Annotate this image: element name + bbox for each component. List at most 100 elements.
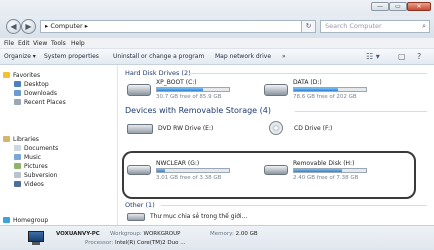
menu-tools[interactable]: Tools <box>51 39 66 48</box>
system-properties-button[interactable]: System properties <box>44 52 99 62</box>
explorer-window: — ▭ ✕ ◀ ▶ ▸ Computer ▸ ↻ Search Computer… <box>0 0 434 250</box>
documents-icon <box>14 145 21 151</box>
uninstall-program-button[interactable]: Uninstall or change a program <box>113 52 204 62</box>
nav-item-pictures[interactable]: Pictures <box>14 162 132 171</box>
nav-item-label: Subversion <box>24 172 58 179</box>
computer-icon <box>26 231 48 246</box>
nav-item-desktop[interactable]: Desktop <box>14 80 132 89</box>
hard-drive-icon[interactable] <box>264 84 288 96</box>
map-network-drive-button[interactable]: Map network drive <box>215 52 271 62</box>
address-bar-area: ◀ ▶ ▸ Computer ▸ ↻ Search Computer ⌕ <box>0 16 434 38</box>
nav-item-subversion[interactable]: Subversion <box>14 171 132 180</box>
group-divider <box>295 111 427 112</box>
preview-pane-icon[interactable]: ▢ <box>398 51 406 62</box>
command-bar: Organize ▾ System properties Uninstall o… <box>0 49 434 65</box>
nav-item-videos[interactable]: Videos <box>14 180 132 189</box>
menu-bar: File Edit View Tools Help <box>0 38 434 49</box>
nav-item-label: Pictures <box>24 163 48 170</box>
refresh-icon[interactable]: ↻ <box>302 20 316 33</box>
content-pane: Hard Disk Drives (2) XP_BOOT (C:) 30.7 G… <box>119 65 434 225</box>
nav-homegroup[interactable]: Homegroup <box>3 216 121 225</box>
group-divider <box>161 205 427 206</box>
group-divider <box>189 73 427 74</box>
view-options-icon[interactable]: ☷ ▾ <box>366 51 380 62</box>
processor-label: Processor: <box>85 240 114 246</box>
music-icon <box>14 154 21 160</box>
forward-button[interactable]: ▶ <box>21 19 36 34</box>
drive-e-name[interactable]: DVD RW Drive (E:) <box>158 125 213 132</box>
drive-d-free-space: 78.6 GB free of 202 GB <box>293 94 357 100</box>
minimize-button[interactable]: — <box>371 2 389 11</box>
other-item-name[interactable]: Thư mục chia sẻ trong thế giới... <box>150 213 247 220</box>
drive-d-usage-bar <box>293 87 367 92</box>
computer-screen-shape <box>28 231 44 242</box>
address-input[interactable]: ▸ Computer ▸ <box>40 20 302 33</box>
nav-item-label: Documents <box>24 145 59 152</box>
back-button[interactable]: ◀ <box>6 19 21 34</box>
memory-label: Memory: <box>210 231 234 237</box>
drive-d-usage-fill <box>294 88 338 91</box>
details-pane: VOXUANVY-PC Workgroup: WORKGROUP Memory:… <box>0 225 434 250</box>
search-input[interactable]: Search Computer ⌕ <box>320 20 430 33</box>
drive-c-free-space: 30.7 GB free of 85.9 GB <box>156 94 222 100</box>
organize-button[interactable]: Organize ▾ <box>4 52 36 62</box>
nav-item-downloads[interactable]: Downloads <box>14 89 132 98</box>
memory-value: 2.00 GB <box>235 231 258 237</box>
nav-item-label: Recent Places <box>24 99 66 106</box>
removable-group-header[interactable]: Devices with Removable Storage (4) <box>125 106 271 115</box>
title-bar: — ▭ ✕ <box>0 0 434 16</box>
navigation-pane: Favorites Desktop Downloads Recent Place… <box>0 65 118 225</box>
nav-item-documents[interactable]: Documents <box>14 144 132 153</box>
pictures-icon <box>14 163 21 169</box>
star-icon <box>3 72 10 78</box>
nav-homegroup-label: Homegroup <box>13 217 49 224</box>
cd-drive-icon[interactable] <box>269 121 283 135</box>
desktop-icon <box>14 81 21 87</box>
nav-item-label: Downloads <box>24 90 57 97</box>
hdd-group-header[interactable]: Hard Disk Drives (2) <box>125 69 191 77</box>
help-icon[interactable]: ? <box>417 51 421 62</box>
subversion-icon <box>14 172 21 178</box>
search-placeholder: Search Computer <box>325 22 382 30</box>
processor-info: Processor: Intel(R) Core(TM)2 Duo ... <box>85 240 186 246</box>
homegroup-icon <box>3 217 10 223</box>
nav-item-label: Videos <box>24 181 44 188</box>
network-folder-icon[interactable] <box>127 213 145 221</box>
menu-view[interactable]: View <box>33 39 47 48</box>
more-commands-button[interactable]: » <box>282 52 286 62</box>
downloads-icon <box>14 90 21 96</box>
computer-base-shape <box>32 242 40 245</box>
nav-favorites[interactable]: Favorites <box>3 71 121 80</box>
drive-f-name[interactable]: CD Drive (F:) <box>294 125 332 132</box>
workgroup-label: Workgroup: <box>110 231 142 237</box>
videos-icon <box>14 181 21 187</box>
recent-places-icon <box>14 99 21 105</box>
search-icon[interactable]: ⌕ <box>422 21 426 32</box>
processor-value: Intel(R) Core(TM)2 Duo ... <box>115 240 186 246</box>
workgroup-value: WORKGROUP <box>143 231 181 237</box>
nav-favorites-label: Favorites <box>13 72 41 79</box>
nav-item-label: Desktop <box>24 81 49 88</box>
other-group-header[interactable]: Other (1) <box>125 201 155 209</box>
hard-drive-icon[interactable] <box>127 84 151 96</box>
nav-item-label: Music <box>24 154 42 161</box>
workgroup-info: Workgroup: WORKGROUP <box>110 231 180 237</box>
drive-c-name[interactable]: XP_BOOT (C:) <box>156 79 197 86</box>
dvd-drive-icon[interactable] <box>127 124 153 134</box>
memory-info: Memory: 2.00 GB <box>210 231 258 237</box>
nav-item-music[interactable]: Music <box>14 153 132 162</box>
menu-file[interactable]: File <box>4 39 14 48</box>
menu-edit[interactable]: Edit <box>18 39 30 48</box>
nav-libraries[interactable]: Libraries <box>3 135 121 144</box>
nav-item-recent-places[interactable]: Recent Places <box>14 98 132 107</box>
menu-help[interactable]: Help <box>71 39 85 48</box>
computer-name: VOXUANVY-PC <box>56 231 100 237</box>
highlight-outline <box>122 151 416 199</box>
drive-c-usage-bar <box>156 87 230 92</box>
drive-d-name[interactable]: DATA (D:) <box>293 79 322 86</box>
close-button[interactable]: ✕ <box>407 2 431 11</box>
library-icon <box>3 136 10 142</box>
maximize-button[interactable]: ▭ <box>389 2 407 11</box>
drive-c-usage-fill <box>157 88 204 91</box>
nav-libraries-label: Libraries <box>13 136 39 143</box>
